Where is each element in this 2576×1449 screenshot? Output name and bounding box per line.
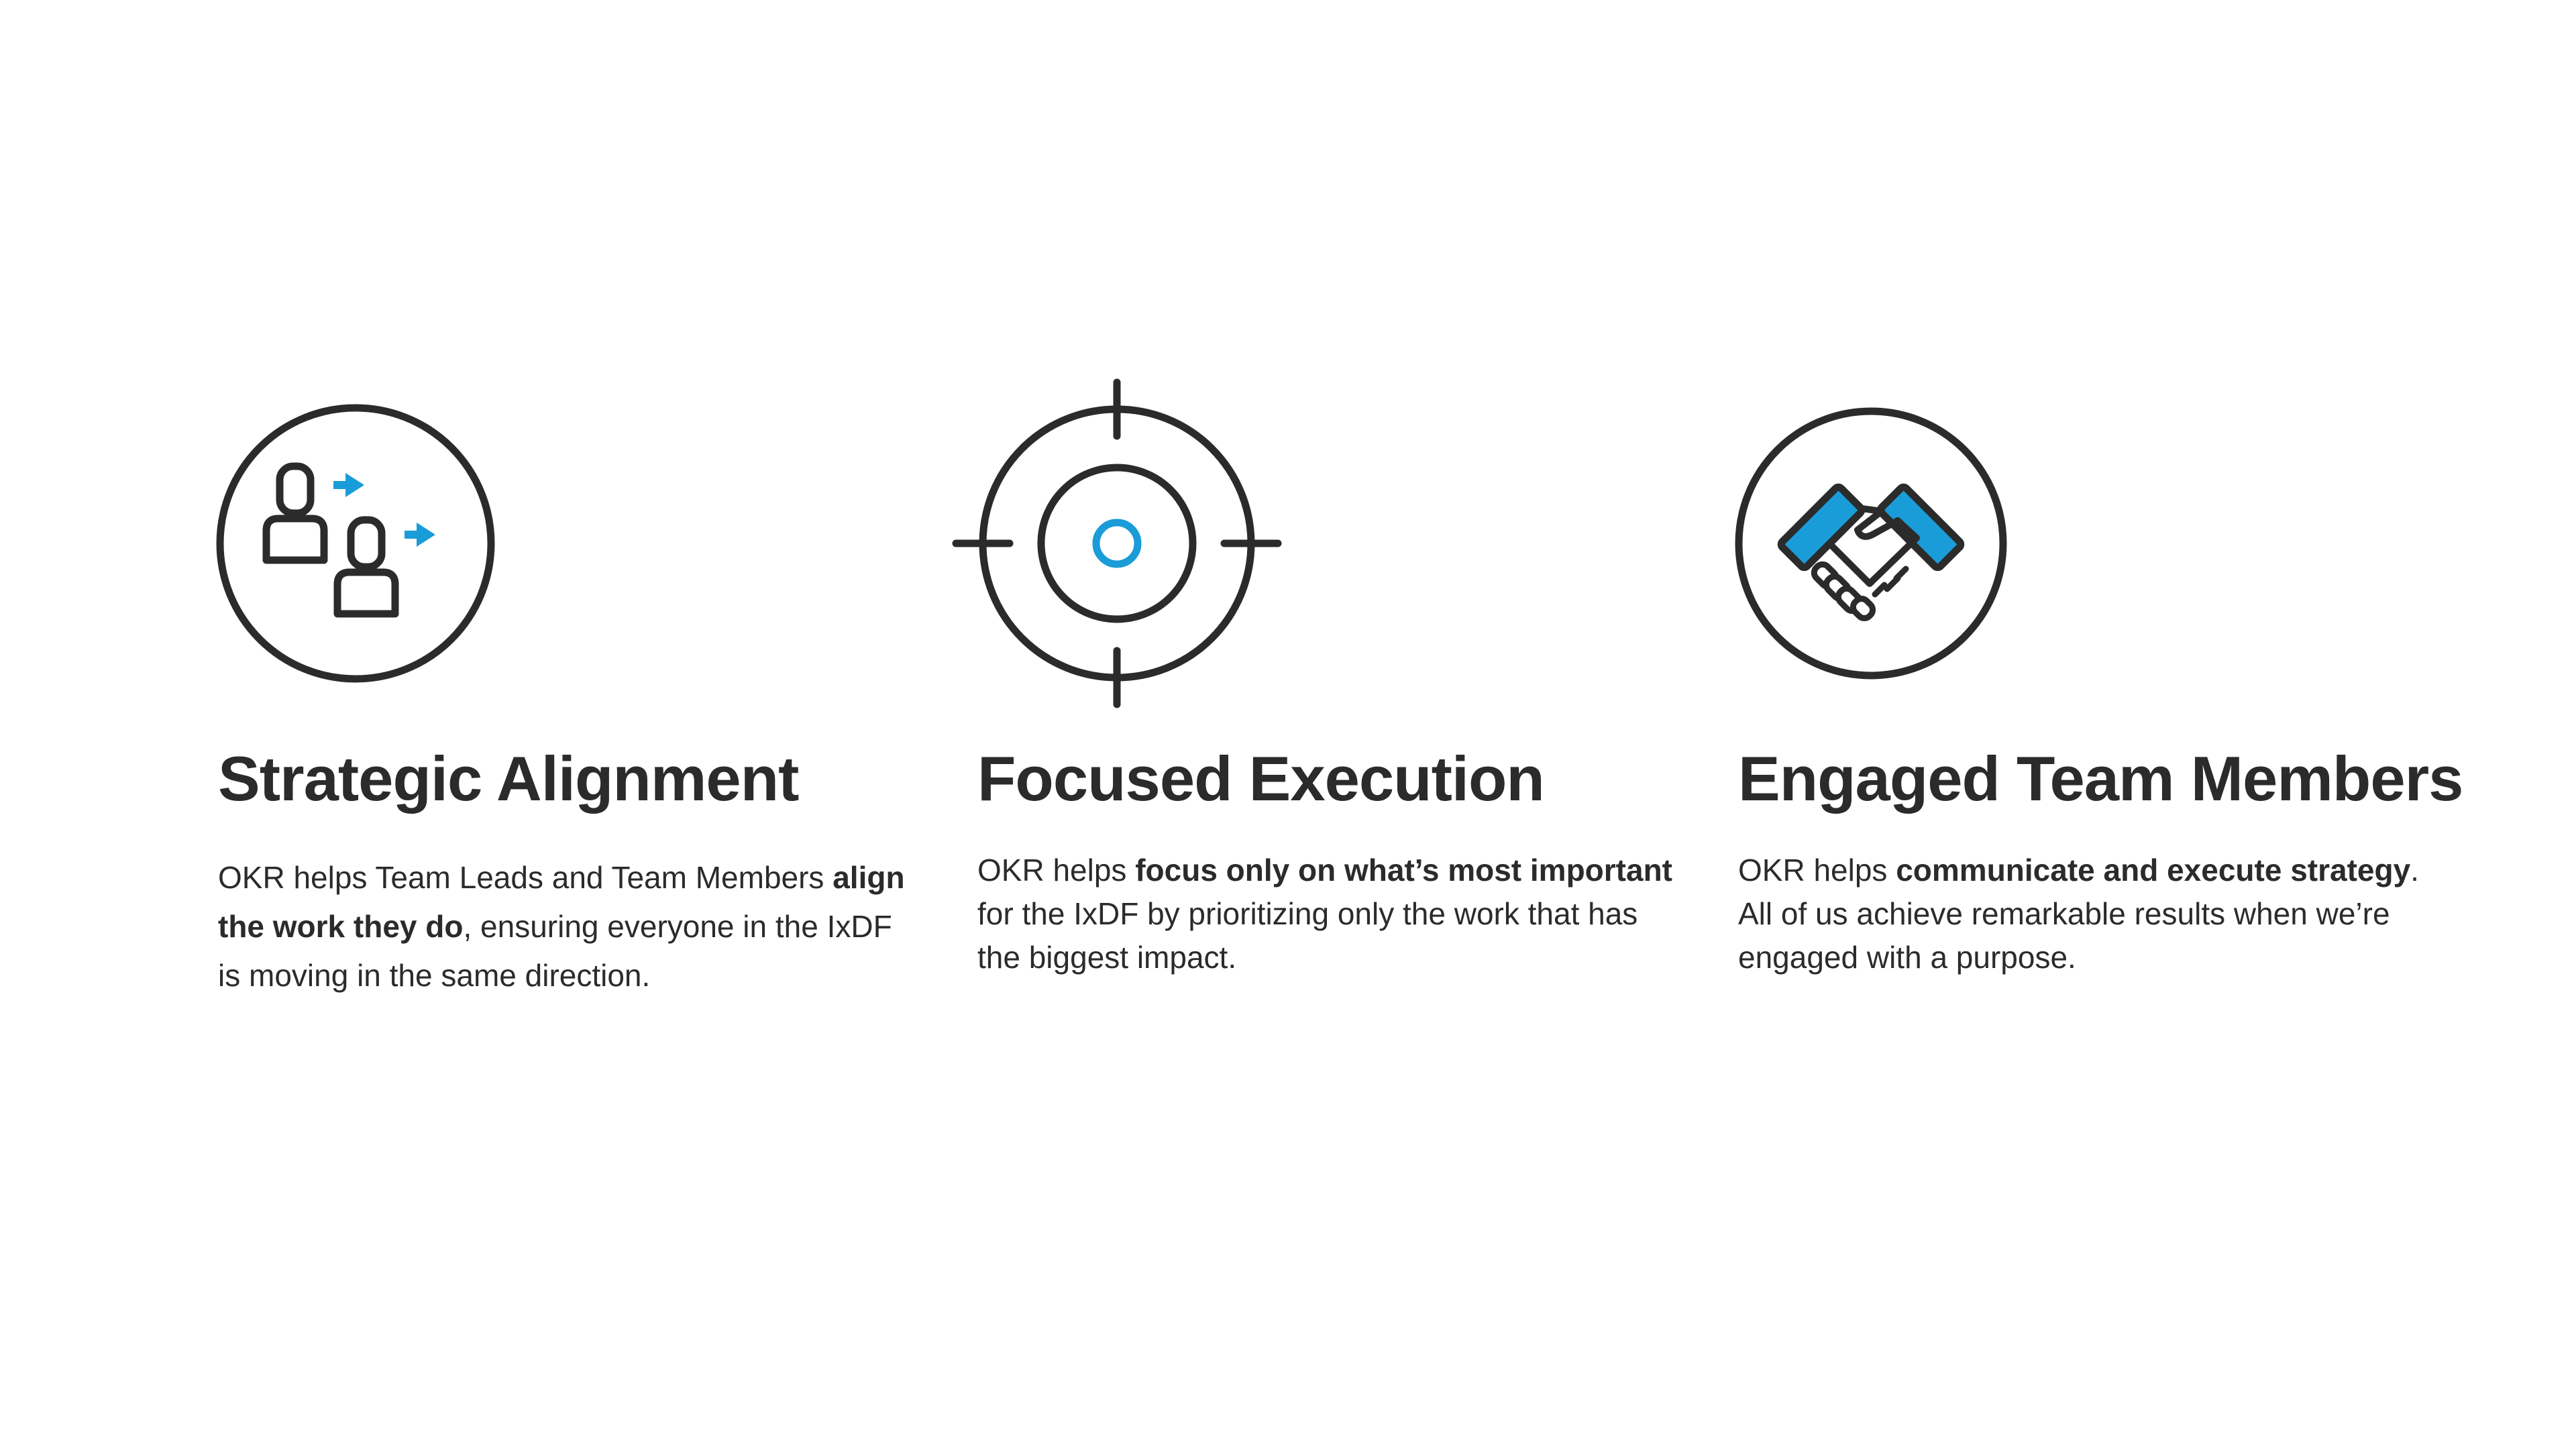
description-emphasis: focus only on what’s most important [1135, 853, 1672, 888]
description-emphasis: communicate and execute strategy [1896, 853, 2411, 888]
feature-title: Focused Execution [977, 743, 1545, 814]
description-text: for the IxDF by prioritizing only the wo… [977, 896, 1638, 975]
feature-description: OKR helps communicate and execute strate… [1738, 849, 2436, 979]
handshake-icon [1735, 407, 2007, 680]
feature-title: Strategic Alignment [218, 743, 799, 814]
feature-description: OKR helps Team Leads and Team Members al… [218, 853, 916, 1000]
description-text: OKR helps [977, 853, 1136, 888]
people-alignment-icon [216, 404, 495, 683]
description-text: OKR helps Team Leads and Team Members [218, 860, 833, 895]
slide: Strategic Alignment OKR helps Team Leads… [0, 0, 2576, 1449]
description-text: OKR helps [1738, 853, 1896, 888]
target-crosshair-icon [952, 378, 1282, 708]
feature-title: Engaged Team Members [1738, 743, 2463, 814]
feature-description: OKR helps focus only on what’s most impo… [977, 849, 1675, 979]
